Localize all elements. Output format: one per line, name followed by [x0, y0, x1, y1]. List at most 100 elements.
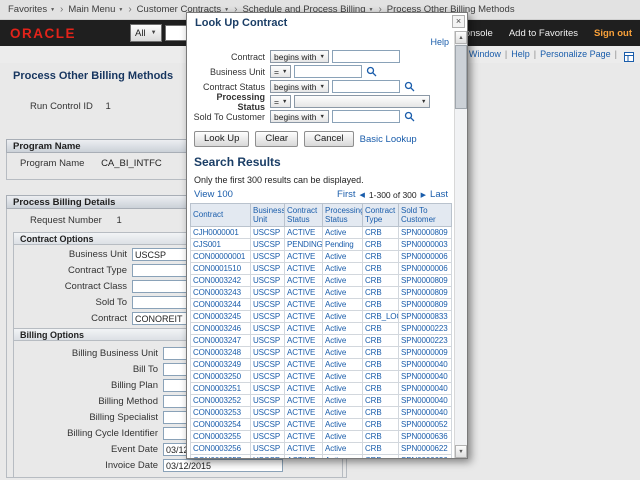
column-header[interactable]: Contract Type [363, 204, 399, 227]
column-header[interactable]: Contract Status [285, 204, 323, 227]
result-cell[interactable]: SPN0000809 [399, 287, 452, 299]
result-cell[interactable]: ACTIVE [285, 335, 323, 347]
result-cell[interactable]: ACTIVE [285, 275, 323, 287]
previous-page-icon[interactable]: ◀ [360, 191, 365, 199]
result-cell[interactable]: Active [323, 299, 363, 311]
result-cell[interactable]: USCSP [251, 227, 285, 239]
result-cell[interactable]: CON0003247 [191, 335, 251, 347]
result-row[interactable]: CJS001USCSPPENDINGPendingCRBSPN0000003 [191, 239, 452, 251]
result-cell[interactable]: Active [323, 419, 363, 431]
result-cell[interactable]: SPN0000006 [399, 263, 452, 275]
result-cell[interactable]: USCSP [251, 407, 285, 419]
result-cell[interactable]: USCSP [251, 239, 285, 251]
result-cell[interactable]: CRB [363, 347, 399, 359]
result-cell[interactable]: USCSP [251, 347, 285, 359]
result-row[interactable]: CON0003256USCSPACTIVEActiveCRBSPN0000622 [191, 443, 452, 455]
column-header[interactable]: Sold To Customer [399, 204, 452, 227]
result-row[interactable]: CON0003243USCSPACTIVEActiveCRBSPN0000809 [191, 287, 452, 299]
result-cell[interactable]: USCSP [251, 263, 285, 275]
next-page-icon[interactable]: ▶ [421, 191, 426, 199]
result-cell[interactable]: Active [323, 263, 363, 275]
result-cell[interactable]: CRB [363, 371, 399, 383]
result-cell[interactable]: ACTIVE [285, 263, 323, 275]
result-cell[interactable]: Active [323, 227, 363, 239]
result-cell[interactable]: Active [323, 347, 363, 359]
result-cell[interactable]: USCSP [251, 335, 285, 347]
result-cell[interactable]: Active [323, 275, 363, 287]
result-cell[interactable]: CON0003248 [191, 347, 251, 359]
result-cell[interactable]: SPN0000833 [399, 311, 452, 323]
dialog-scrollbar[interactable]: ▲ ▼ [454, 31, 467, 458]
lookup-input[interactable] [332, 80, 400, 93]
result-cell[interactable]: USCSP [251, 431, 285, 443]
lookup-icon[interactable] [404, 81, 415, 92]
result-cell[interactable]: USCSP [251, 371, 285, 383]
result-cell[interactable]: SPN0000003 [399, 239, 452, 251]
result-cell[interactable]: SPN0000009 [399, 347, 452, 359]
result-row[interactable]: CON0003255USCSPACTIVEActiveCRBSPN0000636 [191, 431, 452, 443]
result-cell[interactable]: SPN0000809 [399, 227, 452, 239]
result-row[interactable]: CJH0000001USCSPACTIVEActiveCRBSPN0000809 [191, 227, 452, 239]
scroll-up-icon[interactable]: ▲ [455, 31, 467, 44]
result-cell[interactable]: SPN0000040 [399, 383, 452, 395]
result-row[interactable]: CON0003254USCSPACTIVEActiveCRBSPN0000052 [191, 419, 452, 431]
result-cell[interactable]: USCSP [251, 275, 285, 287]
result-cell[interactable]: CON0003244 [191, 299, 251, 311]
result-cell[interactable]: CON0003242 [191, 275, 251, 287]
result-cell[interactable]: Active [323, 359, 363, 371]
first-link[interactable]: First [337, 189, 355, 200]
view-100-link[interactable]: View 100 [194, 189, 233, 200]
result-cell[interactable]: ACTIVE [285, 395, 323, 407]
result-cell[interactable]: USCSP [251, 359, 285, 371]
result-row[interactable]: CON0001510USCSPACTIVEActiveCRBSPN0000006 [191, 263, 452, 275]
search-scope-select[interactable]: All ▼ [130, 24, 162, 42]
result-cell[interactable]: USCSP [251, 299, 285, 311]
result-cell[interactable]: USCSP [251, 323, 285, 335]
result-cell[interactable]: CJS001 [191, 239, 251, 251]
result-cell[interactable]: Active [323, 251, 363, 263]
scrollbar-thumb[interactable] [455, 45, 467, 109]
operator-select[interactable]: =▼ [270, 65, 291, 78]
lookup-input[interactable] [332, 50, 400, 63]
result-row[interactable]: CON0003251USCSPACTIVEActiveCRBSPN0000040 [191, 383, 452, 395]
result-cell[interactable]: ACTIVE [285, 347, 323, 359]
result-cell[interactable]: SPN0000622 [399, 443, 452, 455]
result-cell[interactable]: SPN0000040 [399, 371, 452, 383]
result-cell[interactable]: CRB [363, 335, 399, 347]
result-cell[interactable]: ACTIVE [285, 359, 323, 371]
operator-select[interactable]: =▼ [270, 95, 291, 108]
result-cell[interactable]: SPN0000223 [399, 335, 452, 347]
result-cell[interactable]: CON00000001 [191, 251, 251, 263]
result-cell[interactable]: Active [323, 335, 363, 347]
result-cell[interactable]: ACTIVE [285, 251, 323, 263]
pagebar-link[interactable]: Help [511, 49, 530, 59]
result-cell[interactable]: CON0003253 [191, 407, 251, 419]
result-cell[interactable]: CON0003246 [191, 323, 251, 335]
result-row[interactable]: CON00000001USCSPACTIVEActiveCRBSPN000000… [191, 251, 452, 263]
breadcrumb-item[interactable]: Main Menu▼ [68, 4, 123, 15]
result-row[interactable]: CON0003248USCSPACTIVEActiveCRBSPN0000009 [191, 347, 452, 359]
result-cell[interactable]: CRB [363, 359, 399, 371]
result-cell[interactable]: ACTIVE [285, 227, 323, 239]
result-cell[interactable]: ACTIVE [285, 431, 323, 443]
help-link[interactable]: Help [430, 37, 449, 47]
result-cell[interactable]: CJH0000001 [191, 227, 251, 239]
result-cell[interactable]: CRB [363, 239, 399, 251]
result-cell[interactable]: SPN0000636 [399, 431, 452, 443]
result-cell[interactable]: USCSP [251, 251, 285, 263]
result-cell[interactable]: Active [323, 371, 363, 383]
result-row[interactable]: CON0003242USCSPACTIVEActiveCRBSPN0000809 [191, 275, 452, 287]
result-cell[interactable]: ACTIVE [285, 287, 323, 299]
value-select[interactable]: ▼ [294, 95, 430, 108]
result-cell[interactable]: CRB [363, 383, 399, 395]
result-cell[interactable]: ACTIVE [285, 311, 323, 323]
result-row[interactable]: CON0003257USCSPACTIVEActiveCRBSPN0000636 [191, 455, 452, 460]
result-cell[interactable]: CRB [363, 431, 399, 443]
result-cell[interactable]: CON0003251 [191, 383, 251, 395]
result-cell[interactable]: SPN0000006 [399, 251, 452, 263]
result-cell[interactable]: CRB_LOC [363, 311, 399, 323]
result-cell[interactable]: CRB [363, 419, 399, 431]
sign-out-link[interactable]: Sign out [594, 28, 632, 39]
result-cell[interactable]: PENDING [285, 239, 323, 251]
last-link[interactable]: Last [430, 189, 448, 200]
